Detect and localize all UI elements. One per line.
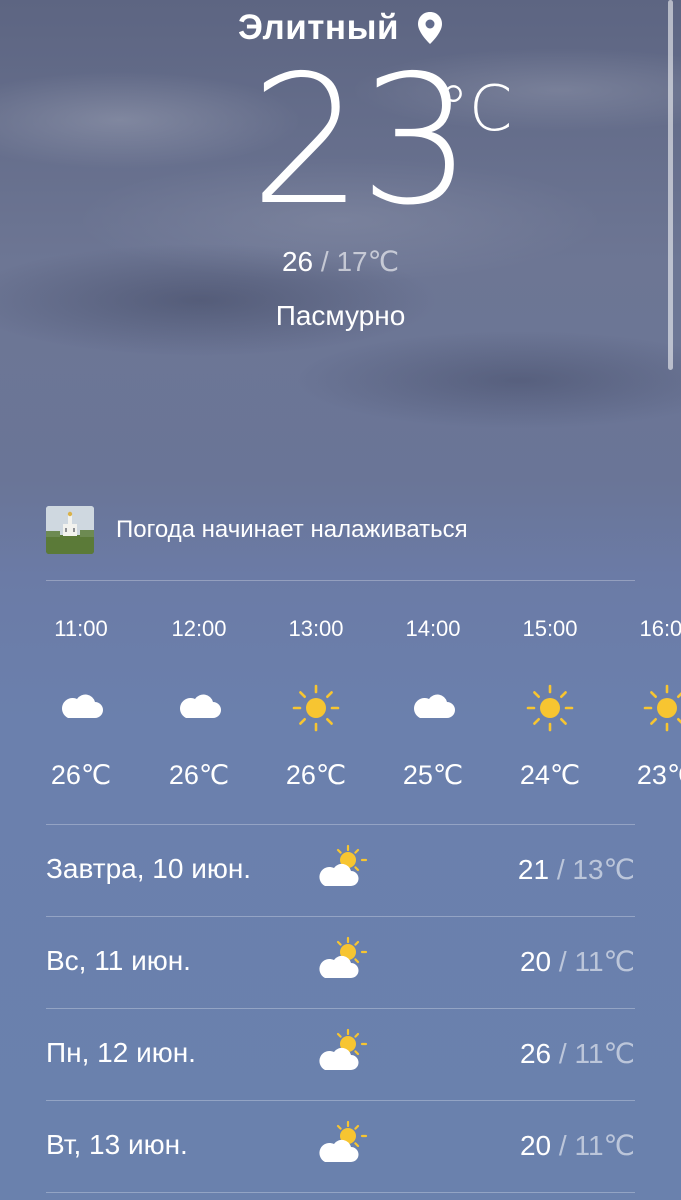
- hourly-forecast[interactable]: 11:00 26℃ 12:00 26℃ 13:00 26℃ 14:00 25℃ …: [0, 600, 681, 810]
- church-thumbnail-image: [46, 506, 94, 554]
- day-range: 21 / 13℃: [518, 853, 635, 886]
- day-label: Пн, 12 июн.: [46, 1037, 196, 1068]
- sun-icon: [526, 684, 574, 732]
- divider: [46, 1192, 635, 1193]
- daily-row[interactable]: Завтра, 10 июн. 21 / 13℃: [46, 825, 635, 916]
- hour-temp: 26℃: [168, 760, 230, 790]
- hour-temp: 25℃: [402, 760, 464, 790]
- day-high: 21: [517, 854, 550, 885]
- cloud-icon: [61, 694, 103, 718]
- hour-time: 15:00: [522, 616, 578, 641]
- weather-tip[interactable]: Погода начинает налаживаться: [46, 506, 468, 554]
- day-high: 20: [519, 946, 552, 977]
- tip-text: Погода начинает налаживаться: [116, 516, 468, 543]
- day-low: 11℃: [574, 946, 635, 977]
- day-label: Вт, 13 июн.: [46, 1129, 188, 1160]
- range-separator: /: [549, 854, 573, 885]
- hour-time: 14:00: [405, 616, 461, 641]
- sun-icon: [643, 684, 681, 732]
- day-low: 13℃: [572, 854, 635, 885]
- day-high: 20: [519, 1130, 552, 1161]
- sun-icon: [292, 684, 340, 732]
- range-separator: /: [551, 1038, 575, 1069]
- partly-cloudy-icon: [319, 936, 368, 978]
- partly-cloudy-icon: [319, 1120, 368, 1162]
- partly-cloudy-icon: [319, 1028, 368, 1070]
- daily-row[interactable]: Вт, 13 июн. 20 / 11℃: [46, 1101, 635, 1192]
- hour-temp: 26℃: [50, 760, 112, 790]
- hour-temp: 24℃: [519, 760, 581, 790]
- cloud-icon: [179, 694, 221, 718]
- hour-time: 11:00: [54, 616, 108, 641]
- today-high: 26: [281, 246, 314, 277]
- temperature-unit: °C: [438, 72, 513, 145]
- today-high-low: 26 / 17℃: [0, 245, 681, 278]
- day-low: 11℃: [574, 1038, 635, 1069]
- hour-time: 16:00: [639, 616, 681, 641]
- day-range: 26 / 11℃: [520, 1037, 635, 1070]
- weather-condition: Пасмурно: [275, 300, 406, 331]
- range-separator: /: [551, 1130, 575, 1161]
- day-high: 26: [519, 1038, 552, 1069]
- day-label: Завтра, 10 июн.: [46, 853, 252, 884]
- day-range: 20 / 11℃: [520, 945, 635, 978]
- day-label: Вс, 11 июн.: [46, 945, 191, 976]
- today-low: 17℃: [336, 246, 400, 277]
- cloud-icon: [413, 694, 455, 718]
- daily-row[interactable]: Вс, 11 июн. 20 / 11℃: [46, 917, 635, 1008]
- day-range: 20 / 11℃: [520, 1129, 635, 1162]
- tip-thumbnail: [46, 506, 94, 554]
- hour-temp: 23℃: [636, 760, 681, 790]
- daily-row[interactable]: Пн, 12 июн. 26 / 11℃: [46, 1009, 635, 1100]
- partly-cloudy-icon: [319, 844, 368, 886]
- high-low-separator: /: [313, 246, 337, 277]
- range-separator: /: [551, 946, 575, 977]
- divider: [46, 580, 635, 581]
- hour-temp: 26℃: [285, 760, 347, 790]
- hour-time: 13:00: [288, 616, 344, 641]
- hour-time: 12:00: [171, 616, 227, 641]
- day-low: 11℃: [574, 1130, 635, 1161]
- current-temperature: 23: [250, 37, 472, 244]
